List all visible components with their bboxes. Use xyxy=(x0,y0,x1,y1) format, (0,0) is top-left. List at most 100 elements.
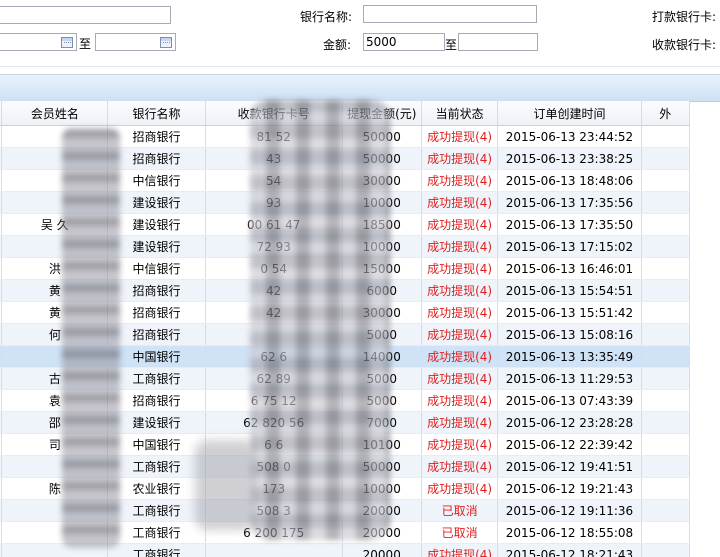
member-name-cell xyxy=(1,455,109,478)
extra-cell xyxy=(641,147,691,170)
table-row[interactable]: 4邵建设银行62 820 567000成功提现(4)2015-06-12 23:… xyxy=(0,411,691,434)
table-row[interactable]: 6招商银行81 5250000成功提现(4)2015-06-13 23:44:5… xyxy=(0,125,691,148)
created-time-cell: 2015-06-13 17:15:02 xyxy=(497,235,642,258)
column-header[interactable]: 提现金额(元) xyxy=(342,101,422,126)
extra-cell xyxy=(641,367,691,390)
status-cell: 成功提现(4) xyxy=(421,323,499,346)
status-cell: 成功提现(4) xyxy=(421,169,499,192)
created-time-cell: 2015-06-13 11:29:53 xyxy=(497,367,642,390)
payout-card-label: 打款银行卡: xyxy=(652,10,717,24)
table-row[interactable]: 4工商银行508 050000成功提现(4)2015-06-12 19:41:5… xyxy=(0,455,691,478)
bank-name-cell: 工商银行 xyxy=(107,499,206,522)
top-left-input[interactable] xyxy=(0,6,171,24)
table-row[interactable]: 5司中国银行6 610100成功提现(4)2015-06-12 22:39:42 xyxy=(0,433,691,456)
column-header[interactable]: 订单创建时间 xyxy=(497,101,642,126)
amount-to-label: 至 xyxy=(445,38,458,52)
column-header[interactable]: 会员姓名 xyxy=(1,101,109,126)
table-row[interactable]: 0吴 久建设银行00 61 4718500成功提现(4)2015-06-13 1… xyxy=(0,213,691,236)
table-row[interactable]: 6招商银行4350000成功提现(4)2015-06-13 23:38:25 xyxy=(0,147,691,170)
table-row[interactable]: 4洪中信银行0 5415000成功提现(4)2015-06-13 16:46:0… xyxy=(0,257,691,280)
calendar-icon[interactable] xyxy=(160,37,172,48)
status-cell: 成功提现(4) xyxy=(421,147,499,170)
card-number-cell: 42 xyxy=(205,301,343,324)
member-name-cell xyxy=(1,169,109,192)
table-row[interactable]: 4工商银行6 200 17520000已取消2015-06-12 18:55:0… xyxy=(0,521,691,544)
bank-name-cell: 招商银行 xyxy=(107,279,206,302)
bank-name-cell: 农业银行 xyxy=(107,477,206,500)
status-cell: 成功提现(4) xyxy=(421,125,499,148)
card-number-cell: 72 93 xyxy=(205,235,343,258)
member-name-cell xyxy=(1,543,109,557)
column-header[interactable]: 当前状态 xyxy=(421,101,499,126)
bank-name-cell: 建设银行 xyxy=(107,411,206,434)
amount-cell: 6000 xyxy=(342,279,422,302)
table-header-row: 员 会员姓名 银行名称 收款银行卡号 提现金额(元) 当前状态 订单创建时间 外 xyxy=(0,101,691,126)
status-cell: 已取消 xyxy=(421,499,499,522)
date-start-input[interactable] xyxy=(0,33,77,51)
table-row[interactable]: 6建设银行72 9310000成功提现(4)2015-06-13 17:15:0… xyxy=(0,235,691,258)
extra-cell xyxy=(641,499,691,522)
table-row[interactable]: 6黄招商银行426000成功提现(4)2015-06-13 15:54:51 xyxy=(0,279,691,302)
extra-cell xyxy=(641,433,691,456)
card-number-cell xyxy=(205,543,343,557)
table-row[interactable]: 3陈农业银行17310000成功提现(4)2015-06-12 19:21:43 xyxy=(0,477,691,500)
created-time-cell: 2015-06-12 18:55:08 xyxy=(497,521,642,544)
card-number-cell: 54 xyxy=(205,169,343,192)
amount-cell: 5000 xyxy=(342,389,422,412)
calendar-icon[interactable] xyxy=(61,37,73,48)
bank-name-cell: 工商银行 xyxy=(107,367,206,390)
bank-name-cell: 中国银行 xyxy=(107,345,206,368)
table-row[interactable]: 4中信银行5430000成功提现(4)2015-06-13 18:48:06 xyxy=(0,169,691,192)
date-end-input[interactable] xyxy=(95,33,176,51)
card-number-cell xyxy=(205,323,343,346)
card-number-cell: 81 52 xyxy=(205,125,343,148)
card-number-cell: 43 xyxy=(205,147,343,170)
created-time-cell: 2015-06-13 18:48:06 xyxy=(497,169,642,192)
card-number-cell: 6 6 xyxy=(205,433,343,456)
status-cell: 成功提现(4) xyxy=(421,455,499,478)
amount-min-input[interactable] xyxy=(363,33,445,51)
table-row[interactable]: 3古工商银行62 895000成功提现(4)2015-06-13 11:29:5… xyxy=(0,367,691,390)
table-row[interactable]: 5何招商银行5000成功提现(4)2015-06-13 15:08:16 xyxy=(0,323,691,346)
amount-cell: 7000 xyxy=(342,411,422,434)
withdrawal-table: 员 会员姓名 银行名称 收款银行卡号 提现金额(元) 当前状态 订单创建时间 外… xyxy=(0,101,691,557)
member-name-cell xyxy=(1,521,109,544)
bank-name-cell: 工商银行 xyxy=(107,455,206,478)
status-cell: 成功提现(4) xyxy=(421,367,499,390)
card-number-cell: 62 820 56 xyxy=(205,411,343,434)
status-cell: 成功提现(4) xyxy=(421,433,499,456)
extra-cell xyxy=(641,521,691,544)
extra-cell xyxy=(641,389,691,412)
created-time-cell: 2015-06-12 22:39:42 xyxy=(497,433,642,456)
table-row[interactable]: 5中国银行62 614000成功提现(4)2015-06-13 13:35:49 xyxy=(0,345,691,368)
bank-name-cell: 中国银行 xyxy=(107,433,206,456)
amount-cell: 10100 xyxy=(342,433,422,456)
bank-name-cell: 工商银行 xyxy=(107,543,206,557)
amount-cell: 5000 xyxy=(342,367,422,390)
table-row[interactable]: 4工商银行20000成功提现(4)2015-06-12 18:21:43 xyxy=(0,543,691,557)
table-row[interactable]: 6建设银行9310000成功提现(4)2015-06-13 17:35:56 xyxy=(0,191,691,214)
table-row[interactable]: 4袁招商银行6 75 125000成功提现(4)2015-06-13 07:43… xyxy=(0,389,691,412)
amount-max-input[interactable] xyxy=(458,33,538,51)
extra-cell xyxy=(641,169,691,192)
table-row[interactable]: 4工商银行508 320000已取消2015-06-12 19:11:36 xyxy=(0,499,691,522)
member-name-cell: 黄 xyxy=(1,279,109,302)
created-time-cell: 2015-06-13 15:51:42 xyxy=(497,301,642,324)
filter-panel: 银行名称: 打款银行卡: 至 金额: 至 收款银行卡: xyxy=(0,0,720,62)
column-header[interactable]: 银行名称 xyxy=(107,101,206,126)
member-name-cell: 邵 xyxy=(1,411,109,434)
receive-card-label: 收款银行卡: xyxy=(652,38,717,52)
created-time-cell: 2015-06-12 23:28:28 xyxy=(497,411,642,434)
table-row[interactable]: 6黄招商银行4230000成功提现(4)2015-06-13 15:51:42 xyxy=(0,301,691,324)
column-header[interactable]: 收款银行卡号 xyxy=(205,101,343,126)
member-name-cell: 古 xyxy=(1,367,109,390)
created-time-cell: 2015-06-13 15:08:16 xyxy=(497,323,642,346)
member-name-cell xyxy=(1,345,109,368)
created-time-cell: 2015-06-13 07:43:39 xyxy=(497,389,642,412)
created-time-cell: 2015-06-12 19:21:43 xyxy=(497,477,642,500)
column-header[interactable]: 外 xyxy=(641,101,691,126)
amount-cell: 30000 xyxy=(342,169,422,192)
amount-label: 金额: xyxy=(323,38,352,52)
card-number-cell: 6 200 175 xyxy=(205,521,343,544)
bank-name-input[interactable] xyxy=(363,5,537,23)
